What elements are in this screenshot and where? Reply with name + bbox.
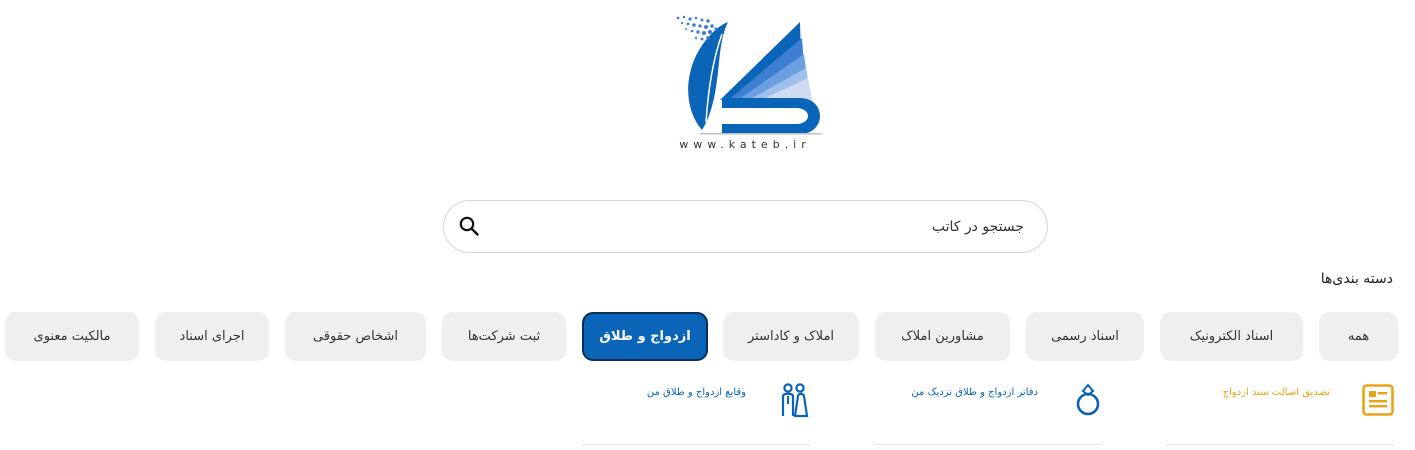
couple-icon xyxy=(781,383,809,418)
category-document-enforcement[interactable]: اجرای اسناد xyxy=(155,312,269,361)
document-certificate-icon xyxy=(1362,384,1394,416)
service-label: وقایع ازدواج و طلاق من xyxy=(646,387,746,398)
category-property-cadastre[interactable]: املاک و کاداستر xyxy=(723,312,859,361)
service-nearby-marriage-offices[interactable]: دفاتر ازدواج و طلاق نزدیک من xyxy=(874,376,1102,426)
kateb-logo[interactable]: www.kateb.ir xyxy=(662,12,828,157)
search-icon[interactable] xyxy=(458,215,480,237)
search-box[interactable] xyxy=(443,200,1048,253)
category-intellectual-property[interactable]: مالکیت معنوی xyxy=(5,312,139,361)
logo-url-text: www.kateb.ir xyxy=(679,138,811,151)
service-label: تصدیق اصالت سند ازدواج xyxy=(1222,387,1330,398)
category-marriage-divorce[interactable]: ازدواج و طلاق xyxy=(582,312,708,361)
service-marriage-document-verification[interactable]: تصدیق اصالت سند ازدواج xyxy=(1166,376,1396,426)
page: www.kateb.ir دسته بندی‌ها همه اسناد الکت… xyxy=(0,0,1415,450)
categories-title: دسته بندی‌ها xyxy=(1320,271,1393,287)
service-label: دفاتر ازدواج و طلاق نزدیک من xyxy=(911,387,1038,398)
service-divider xyxy=(1166,444,1394,445)
search-input[interactable] xyxy=(502,201,1026,253)
ring-icon xyxy=(1076,383,1100,416)
category-official-documents[interactable]: اسناد رسمی xyxy=(1026,312,1144,361)
service-my-marriage-events[interactable]: وقایع ازدواج و طلاق من xyxy=(582,376,810,426)
category-electronic-documents[interactable]: اسناد الکترونیک xyxy=(1160,312,1303,361)
service-divider xyxy=(874,444,1102,445)
category-legal-entities[interactable]: اشخاص حقوقی xyxy=(285,312,426,361)
category-all[interactable]: همه xyxy=(1319,312,1398,361)
service-divider xyxy=(582,444,810,445)
category-company-registration[interactable]: ثبت شرکت‌ها xyxy=(442,312,566,361)
feather-book-icon xyxy=(676,15,822,135)
category-real-estate-consultants[interactable]: مشاورین املاک xyxy=(875,312,1010,361)
